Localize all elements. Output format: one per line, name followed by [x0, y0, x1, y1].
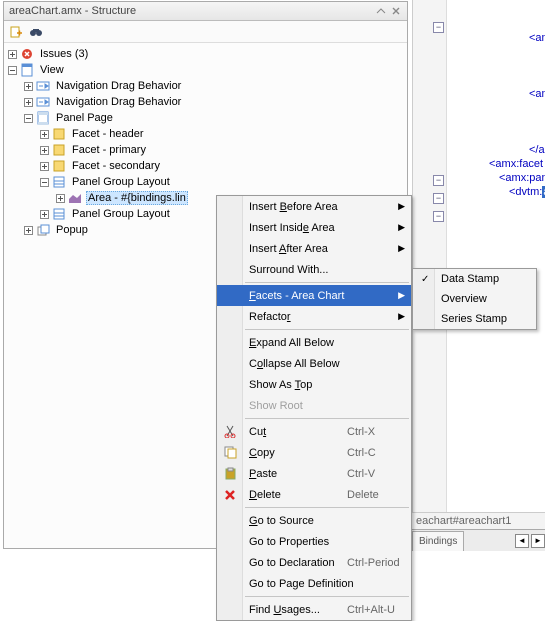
menu-go-properties[interactable]: Go to Properties [217, 531, 411, 552]
tab-bindings[interactable]: Bindings [412, 531, 464, 551]
menu-go-source[interactable]: Go to Source [217, 510, 411, 531]
check-icon: ✓ [421, 274, 429, 285]
cut-icon [222, 424, 238, 440]
tree-node[interactable]: Facet - primary [7, 142, 407, 158]
tree-node-issues[interactable]: Issues (3) [7, 46, 407, 62]
menu-surround-with[interactable]: Surround With... [217, 259, 411, 280]
expand-icon[interactable] [7, 49, 18, 60]
tree-node[interactable]: Facet - header [7, 126, 407, 142]
menu-paste[interactable]: PasteCtrl-V [217, 463, 411, 484]
expand-icon[interactable] [23, 81, 34, 92]
menu-find-usages[interactable]: Find Usages...Ctrl+Alt-U [217, 599, 411, 620]
menu-go-page-def[interactable]: Go to Page Definition [217, 573, 411, 594]
menu-insert-after[interactable]: Insert After Area▶ [217, 238, 411, 259]
expand-icon[interactable] [39, 145, 50, 156]
menu-refactor[interactable]: Refactor▶ [217, 306, 411, 327]
fold-icon[interactable]: − [433, 193, 444, 204]
page-icon [19, 62, 35, 78]
popup-icon [35, 222, 51, 238]
delete-icon [222, 487, 238, 503]
tree-node-view[interactable]: View [7, 62, 407, 78]
menu-copy[interactable]: CopyCtrl-C [217, 442, 411, 463]
expand-icon[interactable] [23, 225, 34, 236]
tree-node[interactable]: Facet - secondary [7, 158, 407, 174]
fold-icon[interactable]: − [433, 175, 444, 186]
facet-icon [51, 158, 67, 174]
menu-delete[interactable]: DeleteDelete [217, 484, 411, 505]
panel-title: areaChart.amx - Structure [9, 5, 136, 17]
breadcrumb[interactable]: eachart#areachart1 [412, 512, 545, 529]
collapse-icon[interactable] [23, 113, 34, 124]
collapse-icon[interactable] [7, 65, 18, 76]
menu-insert-before[interactable]: Insert Before Area▶ [217, 196, 411, 217]
expand-icon[interactable] [39, 129, 50, 140]
expand-icon[interactable] [39, 209, 50, 220]
collapse-icon[interactable] [39, 177, 50, 188]
area-chart-icon [67, 190, 83, 206]
submenu-overview[interactable]: Overview [413, 289, 536, 309]
tree-node[interactable]: Navigation Drag Behavior [7, 94, 407, 110]
fold-icon[interactable]: − [433, 211, 444, 222]
editor-tabs: Bindings ◄ ► [412, 529, 545, 551]
menu-cut[interactable]: CutCtrl-X [217, 421, 411, 442]
tree-node[interactable]: Panel Group Layout [7, 174, 407, 190]
scroll-right-button[interactable]: ► [531, 534, 545, 548]
facet-icon [51, 126, 67, 142]
fold-icon[interactable]: − [433, 22, 444, 33]
error-icon [19, 46, 35, 62]
menu-show-as-top[interactable]: Show As Top [217, 374, 411, 395]
facet-icon [51, 142, 67, 158]
context-menu: Insert Before Area▶ Insert Inside Area▶ … [216, 195, 412, 621]
scroll-left-button[interactable]: ◄ [515, 534, 529, 548]
minimize-icon[interactable] [375, 6, 387, 17]
tree-node-panelpage[interactable]: Panel Page [7, 110, 407, 126]
layout-icon [51, 206, 67, 222]
submenu-series-stamp[interactable]: Series Stamp [413, 309, 536, 329]
submenu-data-stamp[interactable]: ✓Data Stamp [413, 269, 536, 289]
menu-go-declaration[interactable]: Go to DeclarationCtrl-Period [217, 552, 411, 573]
binoculars-icon[interactable] [28, 24, 44, 40]
close-icon[interactable] [390, 6, 402, 17]
paste-icon [222, 466, 238, 482]
editor-content: </a <am </a <am </a <amx:facet <amx:pane… [449, 3, 545, 213]
copy-icon [222, 445, 238, 461]
behavior-icon [35, 78, 51, 94]
tree-node[interactable]: Navigation Drag Behavior [7, 78, 407, 94]
menu-show-root: Show Root [217, 395, 411, 416]
menu-insert-inside[interactable]: Insert Inside Area▶ [217, 217, 411, 238]
new-file-icon[interactable] [8, 24, 24, 40]
behavior-icon [35, 94, 51, 110]
panel-icon [35, 110, 51, 126]
menu-expand-all[interactable]: Expand All Below [217, 332, 411, 353]
expand-icon[interactable] [23, 97, 34, 108]
menu-collapse-all[interactable]: Collapse All Below [217, 353, 411, 374]
panel-header: areaChart.amx - Structure [4, 2, 407, 21]
expand-icon[interactable] [55, 193, 66, 204]
layout-icon [51, 174, 67, 190]
expand-icon[interactable] [39, 161, 50, 172]
facets-submenu: ✓Data Stamp Overview Series Stamp [412, 268, 537, 330]
menu-facets[interactable]: Facets - Area Chart▶ [217, 285, 411, 306]
panel-toolbar [4, 21, 407, 43]
